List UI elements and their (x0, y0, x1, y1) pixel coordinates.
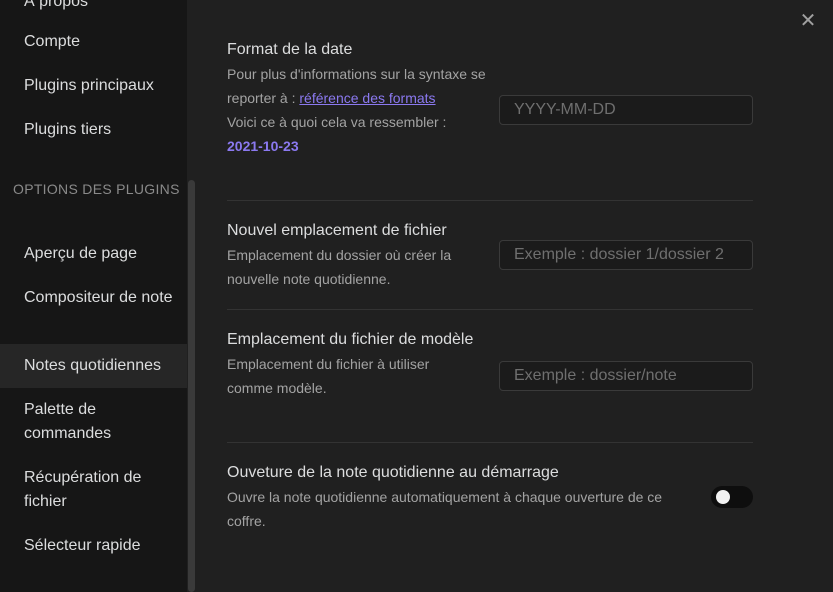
setting-description: Pour plus d'informations sur la syntaxe … (227, 62, 487, 110)
setting-name: Format de la date (227, 41, 353, 58)
setting-template-location: Emplacement du fichier de modèle Emplace… (227, 328, 477, 400)
close-icon[interactable]: ✕ (798, 11, 818, 31)
sidebar-item-note-composer[interactable]: Compositeur de note (0, 286, 187, 310)
format-reference-link[interactable]: référence des formats (299, 90, 435, 106)
setting-new-file-location: Nouvel emplacement de fichier Emplacemen… (227, 219, 487, 291)
open-on-startup-toggle[interactable] (711, 486, 753, 508)
template-location-input[interactable] (499, 361, 753, 391)
setting-description: Ouvre la note quotidienne automatiquemen… (227, 489, 663, 529)
sidebar-item-file-recovery[interactable]: Récupération de fichier (0, 466, 187, 514)
setting-description: Emplacement du fichier à utiliser comme … (227, 356, 430, 396)
divider (227, 309, 753, 310)
sidebar-item-daily-notes[interactable]: Notes quotidiennes (0, 344, 187, 388)
setting-preview-label: Voici ce à quoi cela va ressembler : (227, 114, 447, 130)
sidebar-item-quick-switcher[interactable]: Sélecteur rapide (0, 534, 187, 558)
setting-description: Emplacement du dossier où créer la nouve… (227, 247, 452, 287)
setting-preview-value: 2021-10-23 (227, 134, 487, 158)
sidebar-scrollbar-thumb[interactable] (188, 180, 195, 592)
date-preview: 2021-10-23 (227, 138, 299, 154)
setting-name: Ouveture de la note quotidienne au démar… (227, 464, 559, 481)
divider (227, 200, 753, 201)
setting-date-format: Format de la date Pour plus d'informatio… (227, 38, 487, 158)
sidebar-item-page-preview[interactable]: Aperçu de page (0, 242, 187, 266)
toggle-knob (716, 490, 730, 504)
new-file-location-input[interactable] (499, 240, 753, 270)
divider (227, 442, 753, 443)
sidebar-item-command-palette[interactable]: Palette de commandes (0, 398, 187, 446)
sidebar-item-core-plugins[interactable]: Plugins principaux (0, 74, 187, 98)
date-format-input[interactable] (499, 95, 753, 125)
sidebar-section-plugin-options: OPTIONS DES PLUGINS (13, 181, 180, 197)
setting-name: Emplacement du fichier de modèle (227, 331, 474, 348)
sidebar-item-community-plugins[interactable]: Plugins tiers (0, 118, 187, 142)
settings-modal: À propos Compte Plugins principaux Plugi… (0, 0, 833, 592)
settings-sidebar: À propos Compte Plugins principaux Plugi… (0, 0, 187, 592)
setting-name: Nouvel emplacement de fichier (227, 222, 447, 239)
sidebar-scrollbar[interactable] (187, 0, 197, 592)
sidebar-item-about[interactable]: À propos (0, 0, 187, 14)
setting-open-on-startup: Ouveture de la note quotidienne au démar… (227, 461, 697, 533)
sidebar-item-account[interactable]: Compte (0, 30, 187, 54)
